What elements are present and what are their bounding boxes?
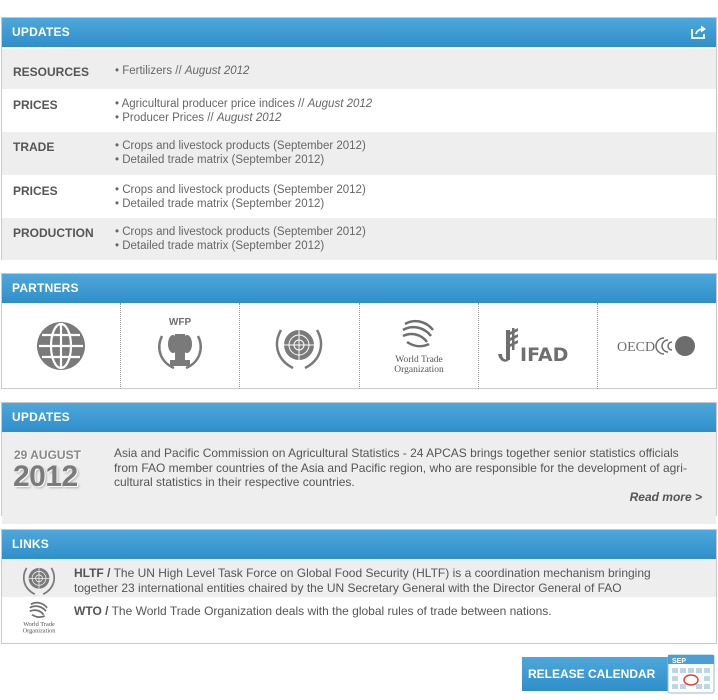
links-header: LINKS: [2, 530, 716, 559]
updates-items: • Crops and livestock products (Septembe…: [115, 225, 366, 253]
partners-header: PARTNERS: [2, 274, 716, 303]
updates-item-link[interactable]: • Crops and livestock products (Septembe…: [115, 183, 366, 197]
updates-row: RESOURCES • Fertilizers // August 2012: [2, 48, 716, 89]
updates-item-text: Detailed trade matrix (September 2012): [122, 154, 325, 166]
calendar-icon: SEP: [667, 654, 715, 694]
updates-item-text: Fertilizers //: [122, 65, 185, 77]
link-item-hltf[interactable]: HLTF / The UN High Level Task Force on G…: [2, 559, 716, 597]
wto-logo[interactable]: World Trade Organization: [358, 303, 478, 389]
ifad-logo[interactable]: IFAD: [477, 303, 597, 389]
read-more-link[interactable]: Read more >: [630, 490, 702, 504]
updates-item-text: Crops and livestock products (September …: [122, 184, 366, 196]
wto-small-logo: World Trade Organization: [16, 600, 62, 635]
partners-logos: WFP World Trade Organization IFAD OECD: [2, 303, 716, 389]
updates-category: PRICES: [13, 98, 58, 112]
oecd-text: OECD: [617, 340, 655, 355]
updates-item-text: Producer Prices //: [122, 112, 217, 124]
updates-row: PRODUCTION • Crops and livestock products…: [2, 217, 716, 260]
link-desc-hltf: The UN High Level Task Force on Global F…: [74, 566, 651, 595]
updates-items: • Fertilizers // August 2012: [115, 64, 249, 78]
updates-item-link[interactable]: • Agricultural producer price indices //…: [115, 97, 372, 111]
share-icon[interactable]: [690, 24, 708, 40]
updates-item-text: Crops and livestock products (September …: [122, 226, 366, 238]
updates-category: PRICES: [13, 184, 58, 198]
updates-panel: UPDATES RESOURCES • Fertilizers // August…: [1, 17, 717, 260]
updates-item-link[interactable]: • Crops and livestock products (Septembe…: [115, 139, 366, 153]
bullet-icon: •: [115, 98, 122, 110]
updates-item-link[interactable]: • Fertilizers // August 2012: [115, 64, 249, 78]
link-desc-wto: The World Trade Organization deals with …: [111, 604, 552, 618]
updates-header: UPDATES: [2, 18, 716, 47]
links-panel: LINKS HLTF / The UN High Level Task Forc…: [1, 529, 717, 644]
updates-items: • Crops and livestock products (Septembe…: [115, 139, 366, 167]
partners-title: PARTNERS: [12, 281, 79, 295]
un-logo[interactable]: [239, 303, 358, 389]
un-small-logo: [16, 562, 62, 596]
updates-item-link[interactable]: • Detailed trade matrix (September 2012): [115, 239, 366, 253]
link-text-wto: WTO / The World Trade Organization deals…: [74, 604, 694, 619]
oecd-logo[interactable]: OECD: [596, 303, 716, 389]
news-date-year: 2012: [13, 460, 78, 493]
updates-item-link[interactable]: • Producer Prices // August 2012: [115, 111, 372, 125]
updates-row: PRICES • Crops and livestock products (Se…: [2, 175, 716, 217]
updates-item-text: Detailed trade matrix (September 2012): [122, 198, 325, 210]
updates-item-link[interactable]: • Detailed trade matrix (September 2012): [115, 197, 366, 211]
wto-emblem-icon: World Trade Organization: [23, 601, 57, 635]
link-item-wto[interactable]: World Trade Organization WTO / The World…: [2, 597, 716, 635]
updates-row: PRICES • Agricultural producer price indi…: [2, 89, 716, 131]
wto-emblem-icon: World Trade Organization: [394, 319, 444, 375]
wfp-logo[interactable]: WFP: [120, 303, 239, 389]
oecd-emblem-icon: OECD: [617, 336, 695, 356]
news-title: UPDATES: [12, 410, 70, 424]
un-emblem-icon: [22, 567, 56, 596]
link-text-hltf: HLTF / The UN High Level Task Force on G…: [74, 566, 694, 595]
links-title: LINKS: [12, 537, 49, 551]
wto-small-line2: Organization: [23, 628, 57, 635]
updates-item-text: Agricultural producer price indices //: [121, 98, 308, 110]
updates-item-text: Detailed trade matrix (September 2012): [122, 240, 325, 252]
wto-name-line2: Organization: [394, 365, 444, 375]
globe-icon: [37, 322, 86, 370]
wto-name-line1: World Trade: [395, 355, 443, 365]
link-abbr-wto: WTO /: [74, 604, 109, 618]
wfp-emblem-icon: WFP: [158, 317, 203, 370]
updates-category: PRODUCTION: [13, 226, 94, 240]
updates-items: • Agricultural producer price indices //…: [115, 97, 372, 125]
updates-category: RESOURCES: [13, 65, 90, 79]
wfp-text: WFP: [169, 317, 192, 328]
release-calendar-label: RELEASE CALENDAR: [528, 667, 656, 681]
updates-title: UPDATES: [12, 25, 70, 39]
un-emblem-icon: [276, 329, 323, 370]
news-panel: UPDATES 29 AUGUST 2012 Asia and Pacific …: [1, 402, 717, 524]
release-calendar-button[interactable]: RELEASE CALENDAR SEP: [522, 654, 715, 694]
news-item: 29 AUGUST 2012 Asia and Pacific Commissi…: [2, 432, 716, 524]
news-body: Asia and Pacific Commission on Agricultu…: [114, 446, 687, 489]
ifad-text: IFAD: [520, 344, 568, 366]
updates-item-date: August 2012: [184, 65, 250, 77]
world-bank-logo[interactable]: [2, 303, 120, 389]
updates-category: TRADE: [13, 140, 55, 154]
updates-row: TRADE • Crops and livestock products (Sep…: [2, 131, 716, 175]
updates-item-link[interactable]: • Crops and livestock products (Septembe…: [115, 225, 366, 239]
news-header: UPDATES: [2, 403, 716, 432]
link-abbr-hltf: HLTF /: [74, 566, 111, 580]
updates-item-text: Crops and livestock products (September …: [122, 140, 366, 152]
ifad-emblem-icon: IFAD: [497, 328, 568, 366]
calendar-month: SEP: [672, 658, 686, 665]
updates-items: • Crops and livestock products (Septembe…: [115, 183, 366, 211]
updates-item-link[interactable]: • Detailed trade matrix (September 2012): [115, 153, 366, 167]
updates-item-date: August 2012: [216, 112, 282, 124]
updates-item-date: August 2012: [307, 98, 373, 110]
partners-panel: PARTNERS WFP World Trade Organization IF…: [1, 273, 717, 389]
